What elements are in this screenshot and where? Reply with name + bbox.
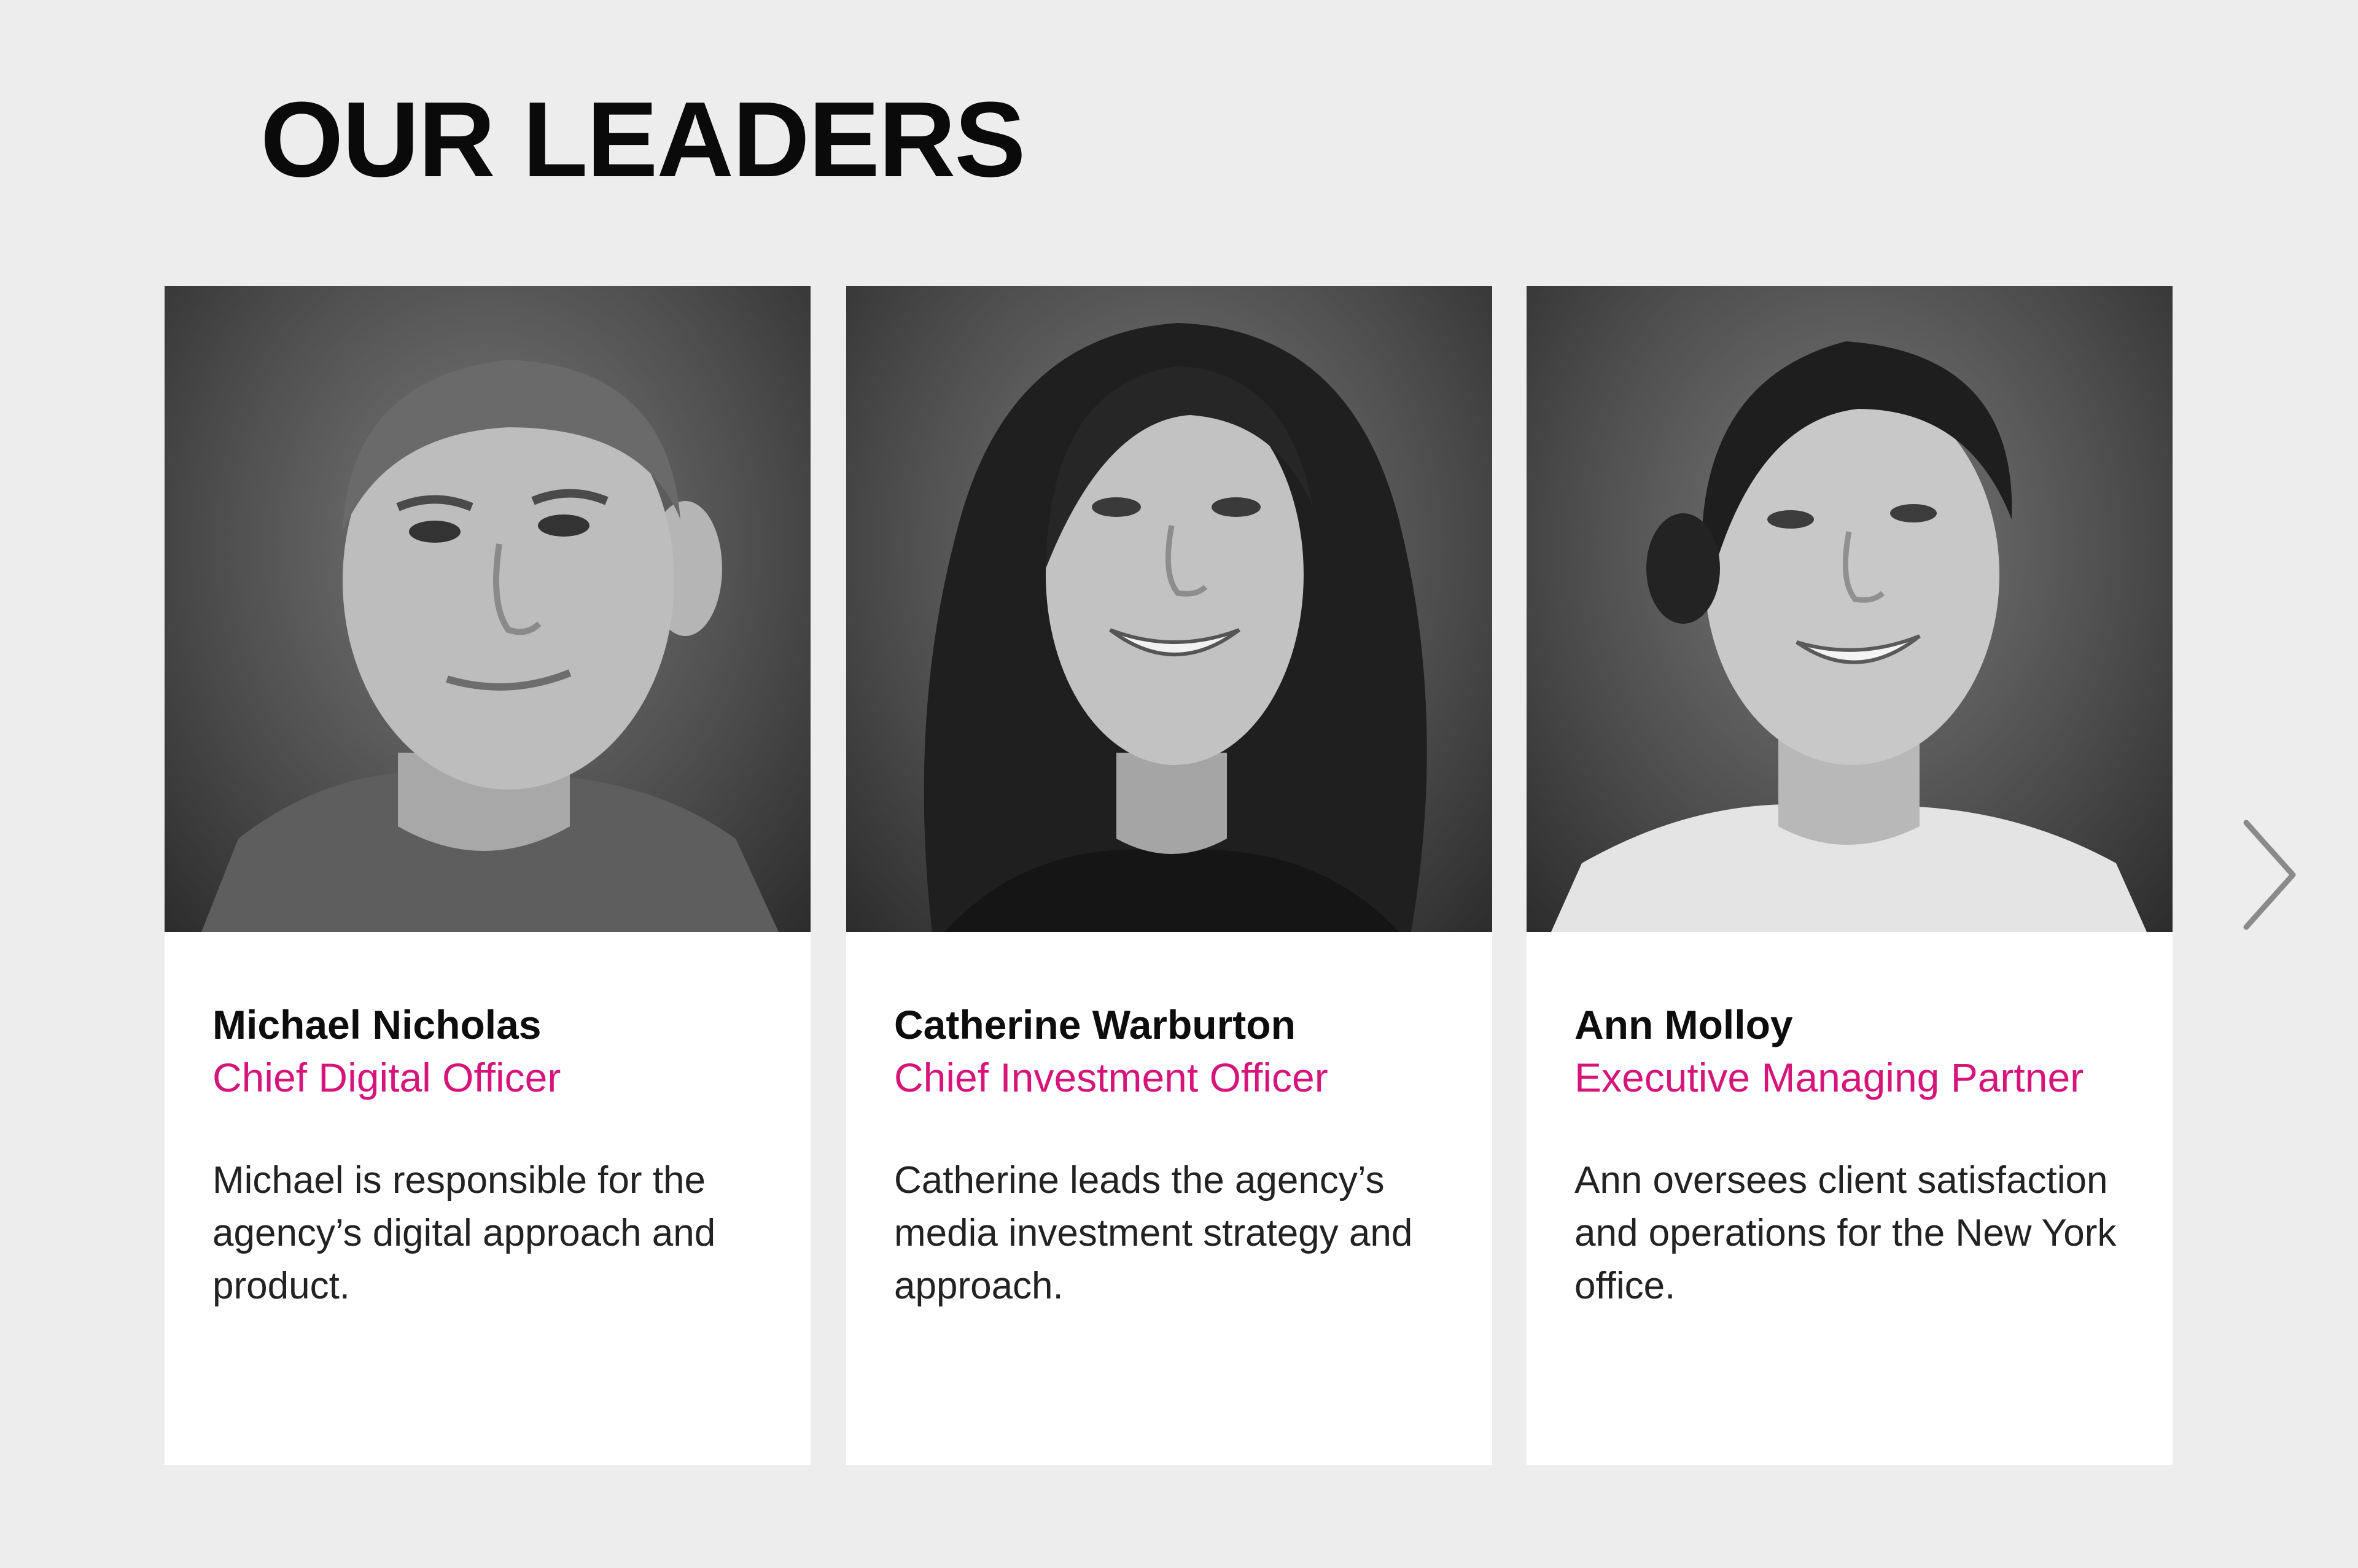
leader-photo <box>165 286 811 932</box>
leader-card[interactable]: Ann Molloy Executive Managing Partner An… <box>1527 286 2173 1465</box>
leader-photo <box>846 286 1492 932</box>
leaders-carousel: Michael Nicholas Chief Digital Officer M… <box>0 0 2358 1568</box>
leader-name: Ann Molloy <box>1574 1002 1793 1047</box>
leader-title: Chief Digital Officer <box>212 1055 561 1100</box>
leader-title: Executive Managing Partner <box>1574 1055 2084 1100</box>
leader-bio: Michael is responsible for the agency’s … <box>212 1159 716 1307</box>
portrait-catherine-warburton <box>924 323 1427 932</box>
carousel-next-button[interactable] <box>2239 817 2300 933</box>
leader-card[interactable]: Catherine Warburton Chief Investment Off… <box>846 286 1492 1465</box>
leader-card[interactable]: Michael Nicholas Chief Digital Officer M… <box>165 286 811 1465</box>
portrait-michael-nicholas <box>201 360 779 932</box>
chevron-right-icon <box>2243 820 2296 930</box>
leader-title: Chief Investment Officer <box>894 1055 1328 1100</box>
portrait-ann-molloy <box>1551 341 2147 932</box>
leader-bio: Ann oversees client satisfaction and ope… <box>1574 1159 2117 1307</box>
leader-bio: Catherine leads the agency’s media inves… <box>894 1159 1413 1307</box>
leader-name: Catherine Warburton <box>894 1002 1296 1047</box>
leader-photo <box>1527 286 2173 932</box>
leader-name: Michael Nicholas <box>212 1002 542 1047</box>
